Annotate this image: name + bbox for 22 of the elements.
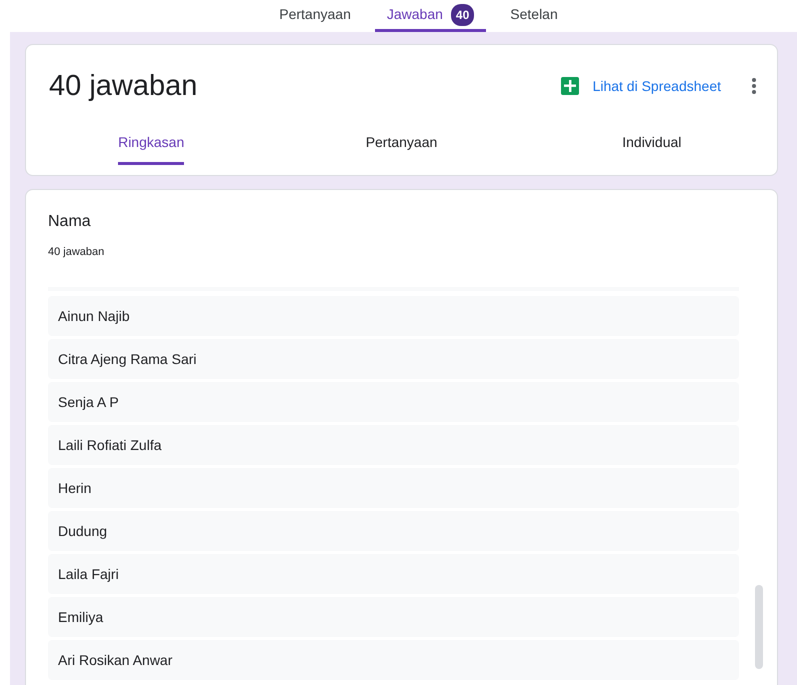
- response-count: 40 jawaban: [48, 244, 106, 260]
- answer-item: Ainun Najib: [48, 296, 739, 336]
- answer-item: Senja A P: [48, 382, 739, 422]
- view-tab[interactable]: Pertanyaan: [276, 120, 527, 175]
- responses-title: 40 jawaban: [49, 69, 198, 104]
- answer-item: Dudung: [48, 511, 739, 552]
- answer-item: Laili Rofiati Zulfa: [48, 425, 739, 466]
- view-tab[interactable]: Ringkasan: [26, 120, 276, 175]
- answer-item: Citra Ajeng Rama Sari: [48, 339, 739, 380]
- answer-item: Herin: [48, 468, 739, 508]
- view-tab[interactable]: Individual: [526, 120, 777, 175]
- nav-tab[interactable]: Pertanyaan: [267, 0, 363, 32]
- count-badge: 40: [450, 4, 474, 26]
- more-menu-icon[interactable]: [751, 77, 757, 96]
- question-title: Nama: [48, 212, 92, 232]
- nav-tab[interactable]: Setelan: [498, 0, 570, 32]
- spreadsheet-icon[interactable]: [560, 77, 579, 96]
- answer-item: Ari Rosikan Anwar: [48, 640, 739, 680]
- spreadsheet-link[interactable]: Lihat di Spreadsheet: [586, 74, 727, 98]
- answer-item: Laila Fajri: [48, 554, 739, 594]
- scrollbar-thumb[interactable]: [755, 584, 763, 669]
- answer-item: Emiliya: [48, 597, 739, 638]
